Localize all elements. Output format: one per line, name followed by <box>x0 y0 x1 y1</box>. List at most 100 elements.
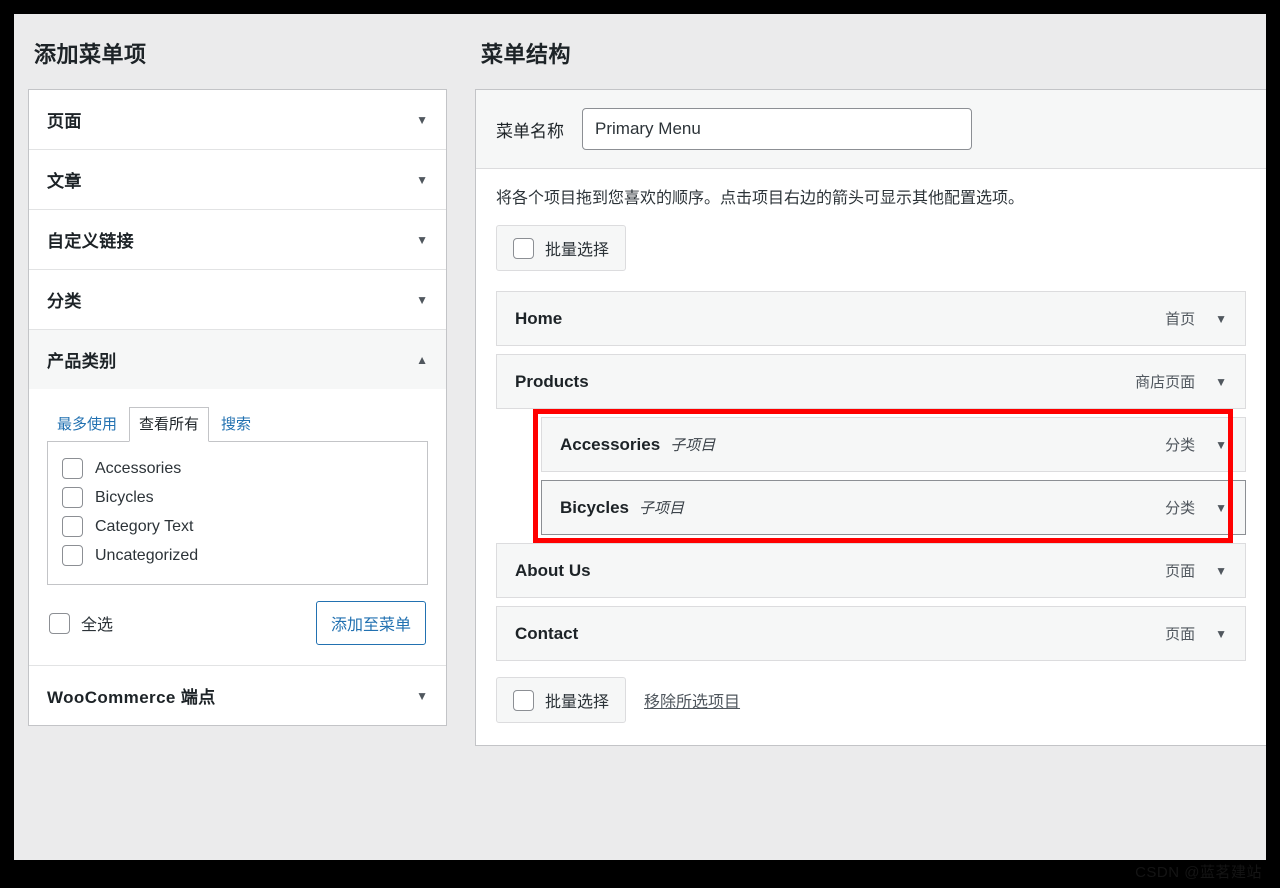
select-all-control[interactable]: 全选 <box>49 611 113 635</box>
chevron-down-icon[interactable]: ▼ <box>416 294 428 306</box>
menu-item-title: Home <box>515 309 562 329</box>
menu-item-type: 页面 <box>1165 560 1195 581</box>
select-all-label: 全选 <box>81 611 113 635</box>
chevron-down-icon[interactable]: ▼ <box>1215 376 1227 388</box>
chevron-down-icon[interactable]: ▼ <box>416 690 428 702</box>
chevron-up-icon[interactable]: ▲ <box>416 354 428 366</box>
accordion-header-woocommerce-endpoints[interactable]: WooCommerce 端点 ▼ <box>29 666 446 725</box>
accordion-section-posts: 文章 ▼ <box>29 150 446 210</box>
menu-structure-footer: 批量选择 移除所选项目 <box>496 677 1246 723</box>
accordion-header-product-categories[interactable]: 产品类别 ▲ <box>29 330 446 389</box>
checkbox-bulk-select-bottom[interactable] <box>513 690 534 711</box>
bulk-select-button-top[interactable]: 批量选择 <box>496 225 626 271</box>
list-item-label: Uncategorized <box>95 547 198 565</box>
accordion-section-categories: 分类 ▼ <box>29 270 446 330</box>
list-item-label: Category Text <box>95 518 193 536</box>
product-categories-tabs: 最多使用 查看所有 搜索 <box>47 407 428 441</box>
menu-item-sub-label: 子项目 <box>639 497 684 518</box>
menu-item-title: Bicycles <box>560 498 629 518</box>
checkbox-bulk-select-top[interactable] <box>513 238 534 259</box>
accordion-header-categories[interactable]: 分类 ▼ <box>29 270 446 329</box>
chevron-down-icon[interactable]: ▼ <box>1215 439 1227 451</box>
menu-item-meta: 页面 ▼ <box>1165 560 1227 581</box>
list-item[interactable]: Accessories <box>62 454 413 483</box>
menu-structure-body: 将各个项目拖到您喜欢的顺序。点击项目右边的箭头可显示其他配置选项。 批量选择 H… <box>476 169 1266 745</box>
menu-items-list: Home 首页 ▼ Products 商店页面 ▼ <box>496 291 1246 661</box>
list-item[interactable]: Bicycles <box>62 483 413 512</box>
remove-selected-items-link[interactable]: 移除所选项目 <box>644 688 740 712</box>
checkbox-category-text[interactable] <box>62 516 83 537</box>
accordion-label-categories: 分类 <box>47 287 82 312</box>
menu-item-labels: About Us <box>515 561 591 581</box>
add-to-menu-button[interactable]: 添加至菜单 <box>316 601 426 645</box>
table-row[interactable]: Accessories 子项目 分类 ▼ <box>541 417 1246 472</box>
accordion-header-custom-links[interactable]: 自定义链接 ▼ <box>29 210 446 269</box>
list-item-label: Bicycles <box>95 489 154 507</box>
chevron-down-icon[interactable]: ▼ <box>416 114 428 126</box>
menu-name-row: 菜单名称 <box>476 90 1266 169</box>
checkbox-accessories[interactable] <box>62 458 83 479</box>
menu-item-meta: 分类 ▼ <box>1165 434 1227 455</box>
accordion-section-custom-links: 自定义链接 ▼ <box>29 210 446 270</box>
chevron-down-icon[interactable]: ▼ <box>1215 565 1227 577</box>
table-row[interactable]: Home 首页 ▼ <box>496 291 1246 346</box>
accordion-section-woocommerce-endpoints: WooCommerce 端点 ▼ <box>29 666 446 725</box>
drag-hint-text: 将各个项目拖到您喜欢的顺序。点击项目右边的箭头可显示其他配置选项。 <box>496 187 1246 211</box>
accordion-header-posts[interactable]: 文章 ▼ <box>29 150 446 209</box>
menu-item-labels: Contact <box>515 624 578 644</box>
list-item[interactable]: Category Text <box>62 512 413 541</box>
menu-item-type: 页面 <box>1165 623 1195 644</box>
table-row[interactable]: About Us 页面 ▼ <box>496 543 1246 598</box>
tab-search[interactable]: 搜索 <box>211 407 261 441</box>
bulk-select-button-bottom[interactable]: 批量选择 <box>496 677 626 723</box>
list-item-label: Accessories <box>95 460 181 478</box>
table-row[interactable]: Products 商店页面 ▼ <box>496 354 1246 409</box>
menu-item-labels: Bicycles 子项目 <box>560 497 684 518</box>
table-row[interactable]: Bicycles 子项目 分类 ▼ <box>541 480 1246 535</box>
menu-structure-title: 菜单结构 <box>475 14 1266 89</box>
accordion-label-product-categories: 产品类别 <box>47 347 117 372</box>
table-row[interactable]: Contact 页面 ▼ <box>496 606 1246 661</box>
menu-item-meta: 分类 ▼ <box>1165 497 1227 518</box>
accordion-label-woocommerce-endpoints: WooCommerce 端点 <box>47 683 216 708</box>
checkbox-bicycles[interactable] <box>62 487 83 508</box>
accordion-label-pages: 页面 <box>47 107 82 132</box>
checkbox-uncategorized[interactable] <box>62 545 83 566</box>
menu-item-type: 首页 <box>1165 308 1195 329</box>
chevron-down-icon[interactable]: ▼ <box>1215 313 1227 325</box>
menu-name-label: 菜单名称 <box>496 117 564 142</box>
menu-item-type: 商店页面 <box>1135 371 1195 392</box>
menu-item-title: Accessories <box>560 435 660 455</box>
bulk-select-label-bottom: 批量选择 <box>545 688 609 712</box>
menu-structure-panel: 菜单结构 菜单名称 将各个项目拖到您喜欢的顺序。点击项目右边的箭头可显示其他配置… <box>461 14 1266 860</box>
menu-item-title: About Us <box>515 561 591 581</box>
menu-item-title: Contact <box>515 624 578 644</box>
menu-item-type: 分类 <box>1165 497 1195 518</box>
accordion-header-pages[interactable]: 页面 ▼ <box>29 90 446 149</box>
menu-structure-card: 菜单名称 将各个项目拖到您喜欢的顺序。点击项目右边的箭头可显示其他配置选项。 批… <box>475 89 1266 746</box>
list-item[interactable]: Uncategorized <box>62 541 413 570</box>
menu-item-meta: 商店页面 ▼ <box>1135 371 1227 392</box>
menu-item-meta: 首页 ▼ <box>1165 308 1227 329</box>
chevron-down-icon[interactable]: ▼ <box>1215 502 1227 514</box>
chevron-down-icon[interactable]: ▼ <box>1215 628 1227 640</box>
menu-item-meta: 页面 ▼ <box>1165 623 1227 644</box>
product-categories-list: Accessories Bicycles Category Text <box>47 441 428 585</box>
chevron-down-icon[interactable]: ▼ <box>416 174 428 186</box>
chevron-down-icon[interactable]: ▼ <box>416 234 428 246</box>
accordion-section-product-categories: 产品类别 ▲ 最多使用 查看所有 搜索 Accessories <box>29 330 446 666</box>
accordion-label-posts: 文章 <box>47 167 82 192</box>
add-menu-items-panel: 添加菜单项 页面 ▼ 文章 ▼ 自定义链接 ▼ <box>14 14 461 860</box>
menu-item-labels: Products <box>515 372 589 392</box>
accordion-label-custom-links: 自定义链接 <box>47 227 134 252</box>
product-categories-footer: 全选 添加至菜单 <box>47 585 428 651</box>
add-menu-items-title: 添加菜单项 <box>28 14 447 89</box>
tab-most-used[interactable]: 最多使用 <box>47 407 127 441</box>
product-categories-body: 最多使用 查看所有 搜索 Accessories Bicycles <box>29 389 446 665</box>
app-screen: 添加菜单项 页面 ▼ 文章 ▼ 自定义链接 ▼ <box>14 14 1266 860</box>
checkbox-select-all[interactable] <box>49 613 70 634</box>
bulk-select-label-top: 批量选择 <box>545 236 609 260</box>
add-menu-items-accordion: 页面 ▼ 文章 ▼ 自定义链接 ▼ 分类 ▼ <box>28 89 447 726</box>
tab-view-all[interactable]: 查看所有 <box>129 407 209 442</box>
menu-name-input[interactable] <box>582 108 972 150</box>
